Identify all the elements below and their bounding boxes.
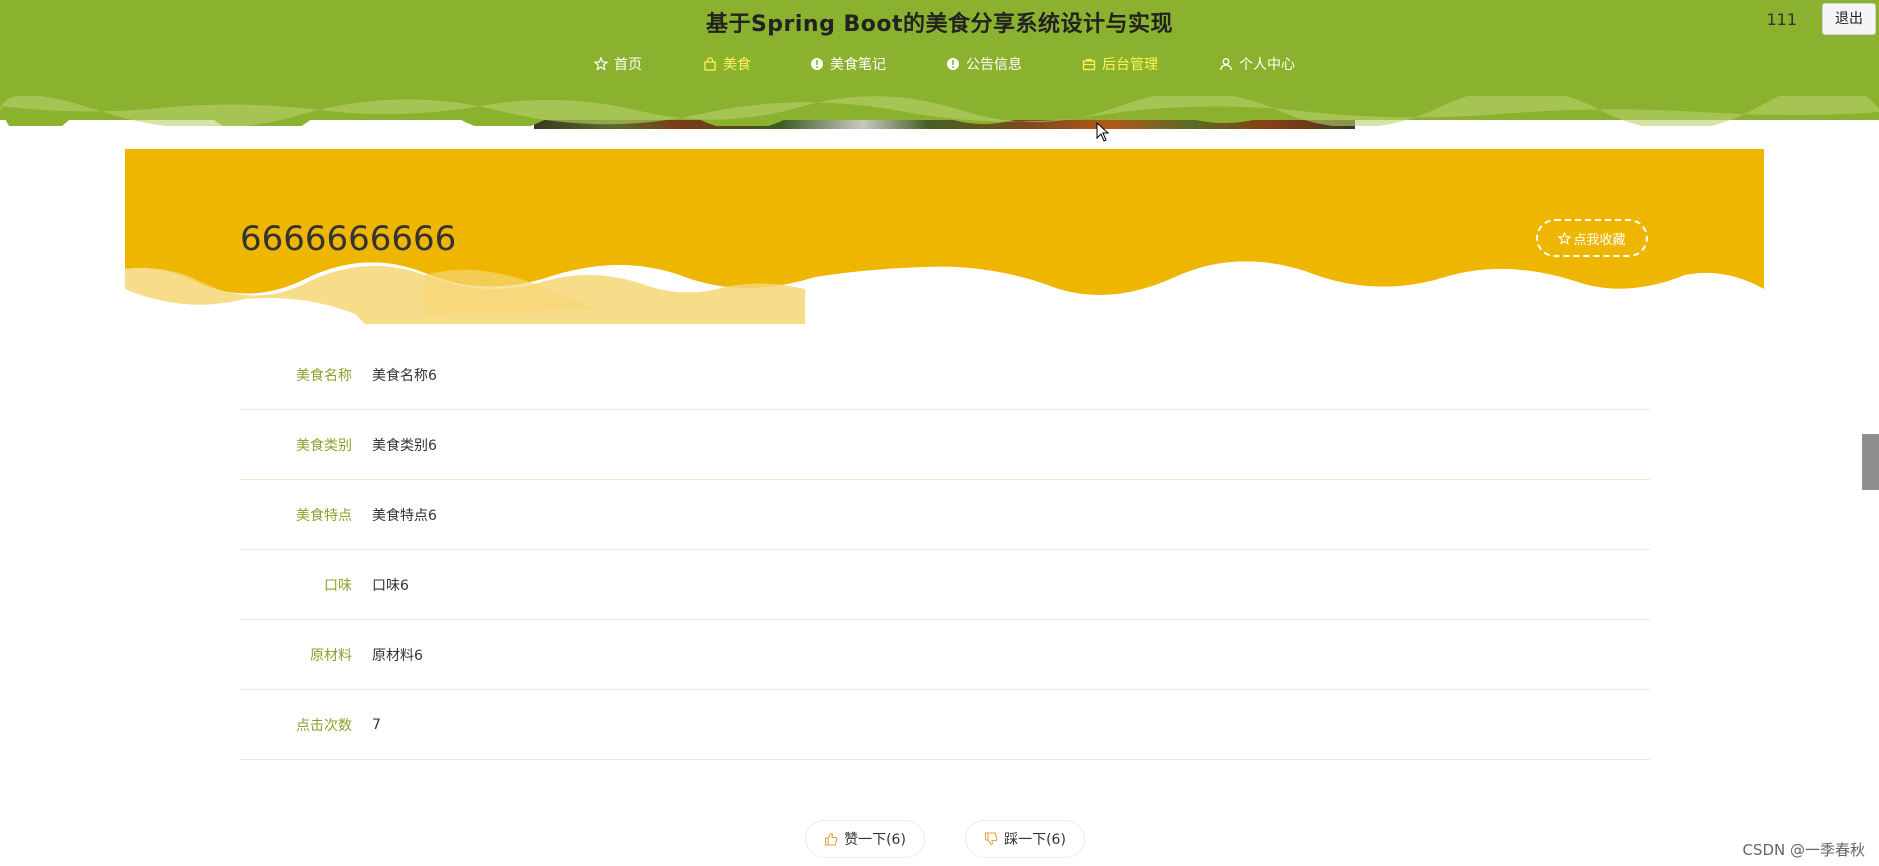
nav-item-food[interactable]: 美食 bbox=[703, 54, 751, 74]
field-label: 原材料 bbox=[310, 647, 352, 664]
star-icon bbox=[1558, 231, 1572, 245]
nav-label: 首页 bbox=[614, 57, 642, 73]
detail-row: 原材料 原材料6 bbox=[240, 620, 1650, 690]
field-label: 美食特点 bbox=[296, 507, 352, 524]
field-label: 点击次数 bbox=[296, 717, 352, 734]
detail-row: 点击次数 7 bbox=[240, 690, 1650, 760]
dislike-button[interactable]: 踩一下(6) bbox=[965, 820, 1085, 858]
like-label: 赞一下(6) bbox=[844, 832, 906, 848]
field-value: 美食类别6 bbox=[372, 437, 437, 454]
field-value: 口味6 bbox=[372, 577, 409, 594]
thumbs-down-icon bbox=[985, 832, 998, 846]
scrollbar-thumb[interactable] bbox=[1862, 434, 1879, 490]
watermark: CSDN @一季春秋 bbox=[1742, 841, 1865, 859]
nav-item-home[interactable]: 首页 bbox=[594, 54, 642, 74]
detail-fields: 美食名称 美食名称6 美食类别 美食类别6 美食特点 美食特点6 口味 口味6 … bbox=[240, 340, 1650, 760]
nav-item-admin[interactable]: 后台管理 bbox=[1082, 54, 1158, 74]
like-button[interactable]: 赞一下(6) bbox=[805, 820, 925, 858]
nav-label: 公告信息 bbox=[966, 57, 1022, 73]
info-circle-icon bbox=[811, 58, 823, 70]
user-icon bbox=[1220, 58, 1232, 71]
field-value: 原材料6 bbox=[372, 647, 423, 664]
mouse-cursor-icon bbox=[1096, 122, 1110, 142]
header-wave-decoration bbox=[0, 96, 1879, 126]
nav-item-food-notes[interactable]: 美食笔记 bbox=[810, 54, 886, 74]
logout-button[interactable]: 退出 bbox=[1822, 3, 1876, 35]
field-value: 7 bbox=[372, 716, 381, 733]
food-title: 6666666666 bbox=[240, 219, 457, 259]
detail-row: 美食特点 美食特点6 bbox=[240, 480, 1650, 550]
field-value: 美食特点6 bbox=[372, 507, 437, 524]
detail-row: 美食名称 美食名称6 bbox=[240, 340, 1650, 410]
field-label: 美食名称 bbox=[296, 367, 352, 384]
field-label: 美食类别 bbox=[296, 437, 352, 454]
thumbs-up-icon bbox=[825, 832, 838, 846]
detail-row: 口味 口味6 bbox=[240, 550, 1650, 620]
main-nav: 首页 美食 美食笔记 公告信息 后台管理 个人中心 bbox=[0, 54, 1879, 76]
site-header: 基于Spring Boot的美食分享系统设计与实现 首页 美食 美食笔记 公告信… bbox=[0, 0, 1879, 126]
dislike-label: 踩一下(6) bbox=[1004, 832, 1066, 848]
info-circle-icon bbox=[947, 58, 959, 70]
nav-item-notices[interactable]: 公告信息 bbox=[946, 54, 1022, 74]
favorite-label: 点我收藏 bbox=[1573, 232, 1626, 248]
nav-item-profile[interactable]: 个人中心 bbox=[1219, 54, 1295, 74]
nav-label: 后台管理 bbox=[1102, 57, 1158, 73]
star-icon bbox=[594, 57, 608, 71]
favorite-button[interactable]: 点我收藏 bbox=[1536, 219, 1648, 257]
detail-header: 6666666666 点我收藏 bbox=[125, 149, 1764, 324]
nav-label: 美食笔记 bbox=[830, 57, 886, 73]
field-value: 美食名称6 bbox=[372, 367, 437, 384]
current-user-name: 111 bbox=[1766, 10, 1797, 29]
briefcase-icon bbox=[1082, 58, 1096, 71]
bag-icon bbox=[704, 57, 716, 71]
detail-row: 美食类别 美食类别6 bbox=[240, 410, 1650, 480]
nav-label: 个人中心 bbox=[1239, 57, 1295, 73]
nav-label: 美食 bbox=[723, 57, 751, 73]
site-title: 基于Spring Boot的美食分享系统设计与实现 bbox=[705, 12, 1174, 37]
field-label: 口味 bbox=[324, 577, 352, 594]
